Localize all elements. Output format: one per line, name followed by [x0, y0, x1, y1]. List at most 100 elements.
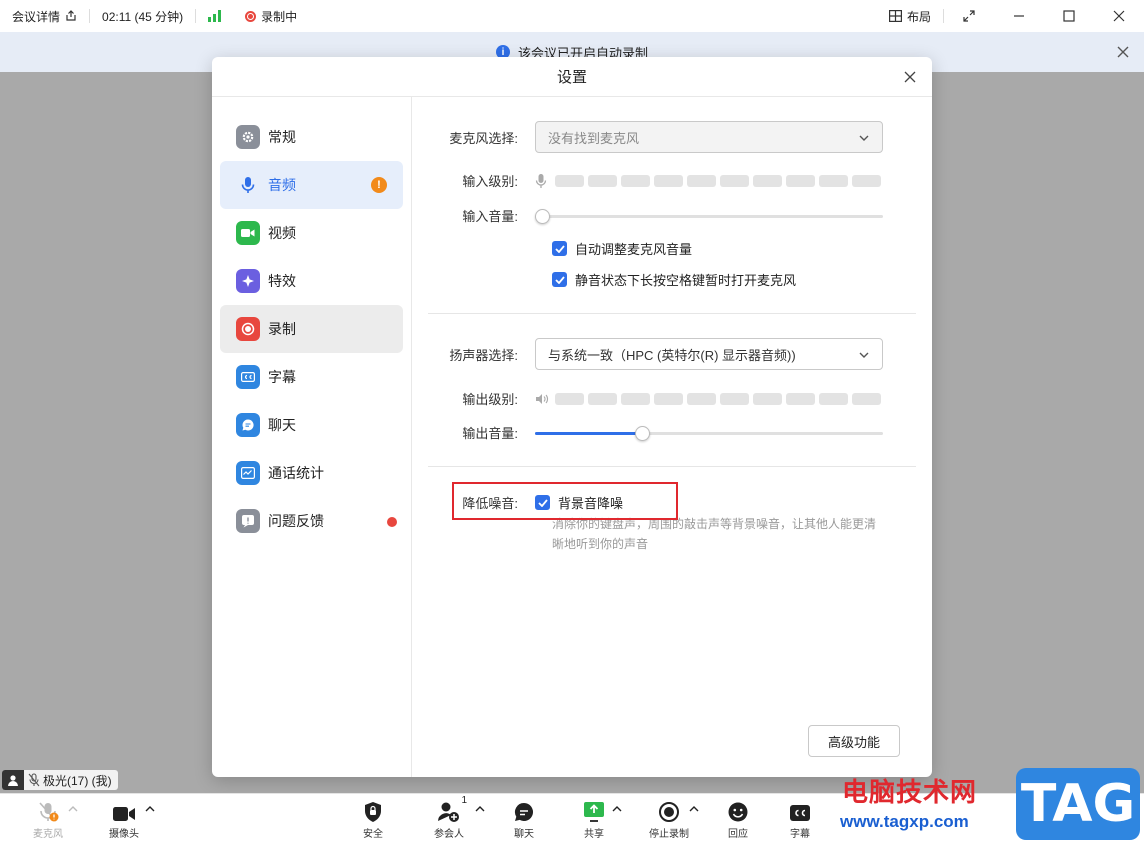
minimize-icon [1014, 15, 1024, 17]
sidebar-item-label: 特效 [268, 273, 296, 289]
checkbox-checked-icon[interactable] [552, 272, 567, 287]
participants-button[interactable]: 1 参会人 [434, 795, 467, 840]
auto-adjust-option[interactable]: 自动调整麦克风音量 [552, 239, 692, 258]
dialog-header: 设置 [212, 57, 932, 97]
chevron-up-icon[interactable] [145, 804, 155, 814]
network-signal[interactable] [196, 0, 233, 32]
section-divider [428, 466, 916, 467]
recording-label: 录制中 [261, 9, 298, 24]
audio-settings-panel: 麦克风选择: 没有找到麦克风 输入级别: 输入音量: 自动调整麦克风音量 静音状… [412, 97, 932, 777]
slider-track [535, 214, 883, 218]
tool-label: 字幕 [790, 829, 810, 840]
output-volume-slider[interactable] [535, 425, 883, 441]
output-volume-row: 输出音量: [412, 423, 883, 442]
close-icon [1113, 10, 1125, 22]
sidebar-item-stats[interactable]: 通话统计 [220, 449, 403, 497]
sidebar-item-label: 问题反馈 [268, 513, 324, 529]
meeting-info-label: 会议详情 [12, 9, 61, 24]
sidebar-item-audio[interactable]: 音频 ! [220, 161, 403, 209]
slider-knob[interactable] [535, 208, 550, 224]
stop-record-icon [659, 802, 679, 822]
input-level-row: 输入级别: [412, 171, 881, 190]
stop-recording-button[interactable]: 停止录制 [649, 799, 689, 840]
chat-button[interactable]: 聊天 [513, 799, 535, 840]
meeting-info-button[interactable]: 会议详情 [0, 0, 89, 32]
input-volume-row: 输入音量: [412, 206, 883, 225]
tool-label: 回应 [728, 829, 748, 840]
speaker-row: 扬声器选择: 与系统一致（HPC (英特尔(R) 显示器音频)) [412, 338, 883, 370]
chat-icon [236, 413, 260, 437]
mic-row: 麦克风选择: 没有找到麦克风 [412, 121, 883, 153]
sparkle-icon [236, 269, 260, 293]
add-user-icon [438, 802, 459, 822]
recording-status[interactable]: 录制中 [233, 0, 309, 32]
chevron-down-icon [859, 135, 869, 141]
notification-dot [387, 517, 397, 527]
record-icon [236, 317, 260, 341]
tool-label: 参会人 [434, 829, 464, 840]
input-level-meter [555, 174, 881, 187]
tool-label: 摄像头 [109, 829, 139, 840]
record-dot-icon [245, 10, 257, 22]
chevron-up-icon[interactable] [475, 804, 485, 814]
share-out-icon [66, 10, 76, 21]
tool-label: 共享 [584, 829, 604, 840]
sidebar-item-recording[interactable]: 录制 [220, 305, 403, 353]
sidebar-item-chat[interactable]: 聊天 [220, 401, 403, 449]
layout-label: 布局 [906, 9, 931, 24]
input-volume-label: 输入音量: [462, 209, 518, 224]
maximize-button[interactable] [1044, 0, 1094, 32]
slider-knob[interactable] [635, 425, 650, 441]
mic-label: 麦克风选择: [449, 130, 518, 146]
sidebar-item-video[interactable]: 视频 [220, 209, 403, 257]
minimize-button[interactable] [994, 0, 1044, 32]
sidebar-item-label: 聊天 [268, 417, 296, 433]
close-window-button[interactable] [1094, 0, 1144, 32]
chevron-up-icon[interactable] [612, 804, 622, 814]
camera-button[interactable]: 摄像头 [109, 799, 139, 840]
avatar-icon [2, 770, 24, 790]
feedback-icon [236, 509, 260, 533]
checkbox-checked-icon[interactable] [552, 241, 567, 256]
speaker-select[interactable]: 与系统一致（HPC (英特尔(R) 显示器音频)) [535, 338, 883, 370]
microphone-icon [236, 173, 260, 197]
timer-label: 02:11 (45 分钟) [102, 9, 184, 24]
self-participant-label: 极光(17) (我) [2, 770, 118, 790]
chevron-up-icon[interactable] [689, 804, 699, 814]
participants-count: 1 [461, 795, 467, 806]
tool-label: 安全 [363, 829, 383, 840]
stats-icon [236, 461, 260, 485]
close-banner-icon[interactable] [1114, 43, 1132, 61]
subtitle-button[interactable]: 字幕 [789, 799, 811, 840]
push-to-talk-option[interactable]: 静音状态下长按空格键暂时打开麦克风 [552, 270, 796, 289]
share-screen-icon [584, 802, 604, 822]
chevron-down-icon [859, 352, 869, 358]
sidebar-item-label: 通话统计 [268, 465, 324, 481]
fullscreen-button[interactable] [944, 0, 994, 32]
push-to-talk-label: 静音状态下长按空格键暂时打开麦克风 [575, 273, 797, 288]
sidebar-item-label: 音频 [268, 177, 296, 193]
react-button[interactable]: 回应 [727, 799, 749, 840]
title-bar: 会议详情 02:11 (45 分钟) 录制中 布局 [0, 0, 1144, 32]
close-dialog-icon[interactable] [902, 69, 918, 85]
sidebar-item-general[interactable]: 常规 [220, 113, 403, 161]
expand-icon [963, 10, 975, 22]
tool-label: 麦克风 [33, 829, 63, 840]
advanced-features-button[interactable]: 高级功能 [808, 725, 900, 757]
security-button[interactable]: 安全 [363, 799, 383, 840]
chevron-up-icon[interactable] [68, 804, 78, 814]
sidebar-item-label: 字幕 [268, 369, 296, 385]
mic-button[interactable]: 麦克风 [33, 799, 63, 840]
camera-icon [113, 807, 135, 821]
participant-name: 极光(17) (我) [43, 773, 112, 788]
sidebar-item-effects[interactable]: 特效 [220, 257, 403, 305]
highlight-box [452, 482, 678, 520]
maximize-icon [1063, 10, 1075, 22]
layout-button[interactable]: 布局 [877, 0, 943, 32]
sidebar-item-subtitles[interactable]: 字幕 [220, 353, 403, 401]
sidebar-item-feedback[interactable]: 问题反馈 [220, 497, 403, 545]
share-button[interactable]: 共享 [582, 799, 606, 840]
mic-select[interactable]: 没有找到麦克风 [535, 121, 883, 153]
input-volume-slider[interactable] [535, 208, 883, 224]
chat-icon [514, 802, 534, 821]
